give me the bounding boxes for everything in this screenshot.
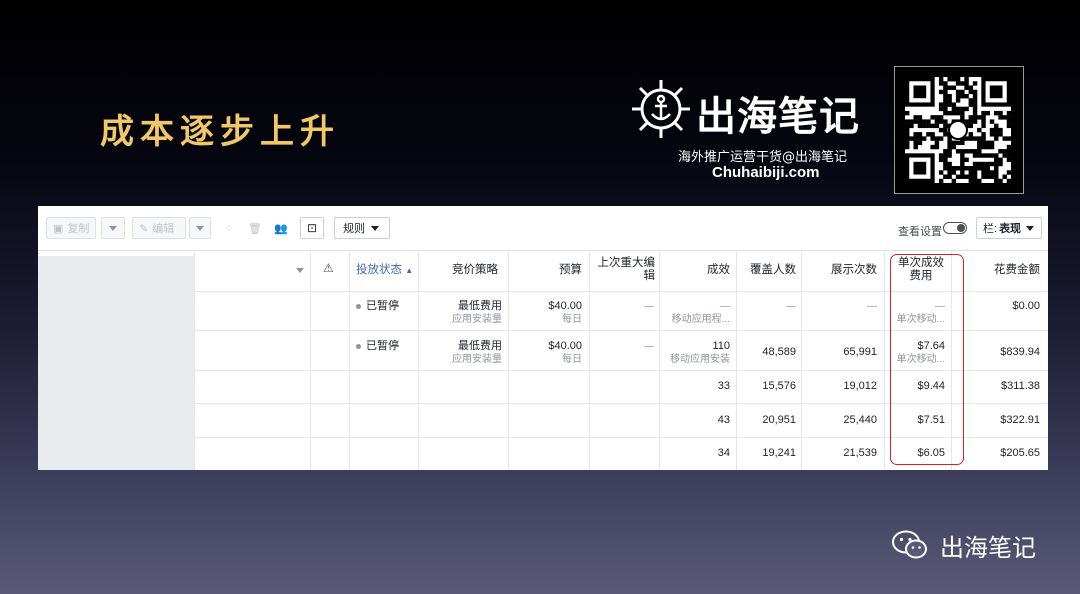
brand-name: 出海笔记 bbox=[696, 94, 860, 140]
row-0-last-edit: — bbox=[644, 301, 654, 312]
chevron-down-icon bbox=[196, 225, 204, 231]
brand-slogan: 海外推广运营干货@出海笔记 bbox=[678, 150, 848, 165]
copy-label: 复制 bbox=[67, 223, 90, 235]
qr-code-frame bbox=[894, 66, 1024, 194]
row-0-budget: $40.00 每日 bbox=[548, 300, 582, 325]
copy-button[interactable]: ▣ 复制 bbox=[46, 217, 96, 239]
row-1-amount-spent: $839.94 bbox=[1000, 346, 1040, 358]
qr-code bbox=[905, 77, 1011, 183]
refresh-icon: ◌ bbox=[225, 222, 233, 234]
view-settings-toggle[interactable] bbox=[943, 222, 967, 234]
header-last-edit-line1: 上次重大编 bbox=[597, 257, 656, 269]
rules-button[interactable]: 规则 bbox=[334, 217, 390, 239]
row-0-reach: — bbox=[786, 301, 796, 312]
header-results[interactable]: 成效 bbox=[678, 264, 730, 277]
toolbar: ▣ 复制 ✎ 编辑 ◌ 🗑 👥 ⊡ 规则 查看设置 栏: 表现 bbox=[38, 206, 1048, 251]
chevron-down-icon bbox=[296, 268, 304, 273]
header-reach[interactable]: 覆盖人数 bbox=[738, 264, 796, 277]
pencil-icon: ✎ bbox=[139, 222, 149, 235]
warning-icon: ⚠ bbox=[323, 261, 334, 275]
row-2-amount-spent: $311.38 bbox=[1001, 380, 1040, 392]
cost-per-result-highlight-box bbox=[890, 254, 964, 465]
row-3-reach: 20,951 bbox=[762, 414, 796, 426]
footer-brand: 出海笔记 bbox=[940, 534, 1036, 562]
edit-label: 编辑 bbox=[152, 223, 175, 235]
copy-dropdown-button[interactable] bbox=[101, 217, 125, 239]
brand-block: 出海笔记 海外推广运营干货@出海笔记 Chuhaibiji.com bbox=[630, 78, 870, 188]
row-3-amount-spent: $322.91 bbox=[1000, 414, 1040, 426]
row-1-bid: 最低费用 应用安装量 bbox=[452, 340, 502, 365]
row-3-impressions: 25,440 bbox=[843, 414, 877, 426]
row-3-results: 43 bbox=[717, 414, 730, 426]
chevron-down-icon bbox=[1026, 225, 1035, 231]
columns-dropdown[interactable]: 栏: 表现 bbox=[976, 217, 1042, 239]
trash-icon: 🗑 bbox=[248, 222, 262, 235]
copy-icon: ▣ bbox=[53, 222, 64, 235]
chevron-down-icon bbox=[109, 225, 117, 231]
preview-icon: ⊡ bbox=[306, 221, 318, 235]
delete-button[interactable]: 🗑 bbox=[244, 217, 266, 239]
row-2-results: 33 bbox=[717, 380, 730, 392]
row-2-reach: 15,576 bbox=[762, 380, 796, 392]
row-1-budget: $40.00 每日 bbox=[548, 340, 582, 365]
refresh-button[interactable]: ◌ bbox=[218, 217, 240, 239]
row-1-impressions: 65,991 bbox=[843, 346, 877, 358]
brand-url: Chuhaibiji.com bbox=[712, 164, 820, 181]
ads-table-panel: ▣ 复制 ✎ 编辑 ◌ 🗑 👥 ⊡ 规则 查看设置 栏: 表现 ⚠ 投放状态 ▲… bbox=[38, 206, 1048, 470]
row-1-reach: 48,589 bbox=[762, 346, 796, 358]
edit-button[interactable]: ✎ 编辑 bbox=[132, 217, 186, 239]
sort-dropdown[interactable] bbox=[296, 264, 304, 277]
row-1-last-edit: — bbox=[644, 341, 654, 352]
audience-button[interactable]: 👥 bbox=[270, 217, 292, 239]
row-4-impressions: 21,539 bbox=[843, 447, 877, 459]
wechat-icon bbox=[892, 530, 927, 559]
columns-value: 表现 bbox=[999, 223, 1022, 235]
people-icon: 👥 bbox=[274, 222, 288, 235]
preview-button[interactable]: ⊡ bbox=[300, 217, 324, 239]
ship-wheel-anchor-icon bbox=[632, 80, 690, 138]
row-0-status: 已暂停 bbox=[356, 300, 399, 313]
row-0-bid: 最低费用 应用安装量 bbox=[452, 300, 502, 325]
header-amount-spent[interactable]: 花费金额 bbox=[958, 264, 1040, 277]
row-0-impressions: — bbox=[867, 301, 877, 312]
row-1-status: 已暂停 bbox=[356, 340, 399, 353]
header-status[interactable]: 投放状态 ▲ bbox=[356, 264, 413, 277]
header-budget[interactable]: 预算 bbox=[538, 264, 582, 277]
header-last-edit[interactable]: 上次重大编 辑 bbox=[591, 257, 656, 283]
row-4-results: 34 bbox=[717, 447, 730, 459]
row-4-reach: 19,241 bbox=[762, 447, 796, 459]
edit-dropdown-button[interactable] bbox=[189, 217, 211, 239]
status-dot bbox=[356, 343, 361, 349]
row-2-impressions: 19,012 bbox=[843, 380, 877, 392]
slide-title: 成本逐步上升 bbox=[100, 112, 340, 152]
sort-up-icon: ▲ bbox=[405, 266, 414, 275]
view-settings-label: 查看设置 bbox=[898, 226, 942, 238]
row-4-amount-spent: $205.65 bbox=[1000, 447, 1040, 459]
row-0-amount-spent: $0.00 bbox=[1012, 300, 1040, 312]
header-impressions[interactable]: 展示次数 bbox=[808, 264, 877, 277]
row-0-results: — 移动应用程... bbox=[671, 301, 730, 325]
row-1-results: 110 移动应用安装 bbox=[670, 340, 730, 365]
columns-prefix: 栏: bbox=[983, 223, 998, 235]
header-last-edit-line2: 辑 bbox=[643, 270, 656, 282]
header-bid-strategy[interactable]: 竞价策略 bbox=[452, 264, 498, 277]
rules-label: 规则 bbox=[343, 223, 365, 235]
chevron-down-icon bbox=[371, 225, 379, 231]
status-dot bbox=[356, 303, 361, 309]
